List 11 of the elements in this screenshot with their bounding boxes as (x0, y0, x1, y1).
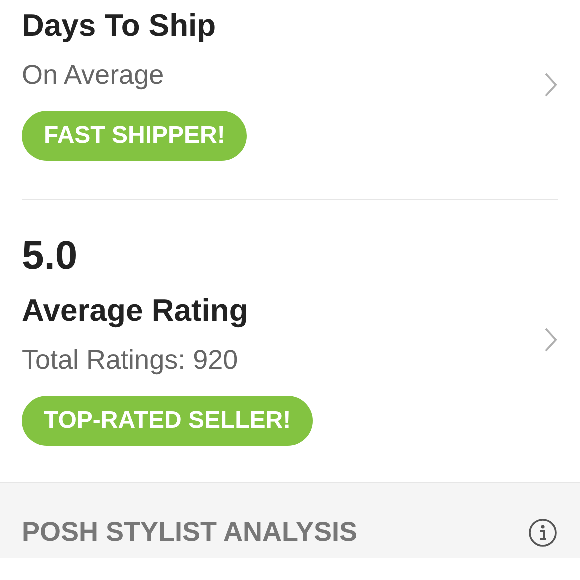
seller-badge: FAST SHIPPER! (22, 111, 248, 161)
stat-title: Average Rating (22, 293, 248, 329)
stat-title: Days To Ship (22, 8, 216, 44)
chevron-right-icon[interactable] (544, 327, 558, 353)
chevron-right-icon[interactable] (544, 72, 558, 98)
seller-badge: TOP-RATED SELLER! (22, 396, 314, 446)
stat-subtitle: On Average (22, 60, 164, 91)
section-heading: POSH STYLIST ANALYSIS (22, 517, 358, 548)
rating-value: 5.0 (22, 234, 78, 279)
stat-subtitle: Total Ratings: 920 (22, 345, 238, 376)
info-icon[interactable] (528, 518, 558, 548)
